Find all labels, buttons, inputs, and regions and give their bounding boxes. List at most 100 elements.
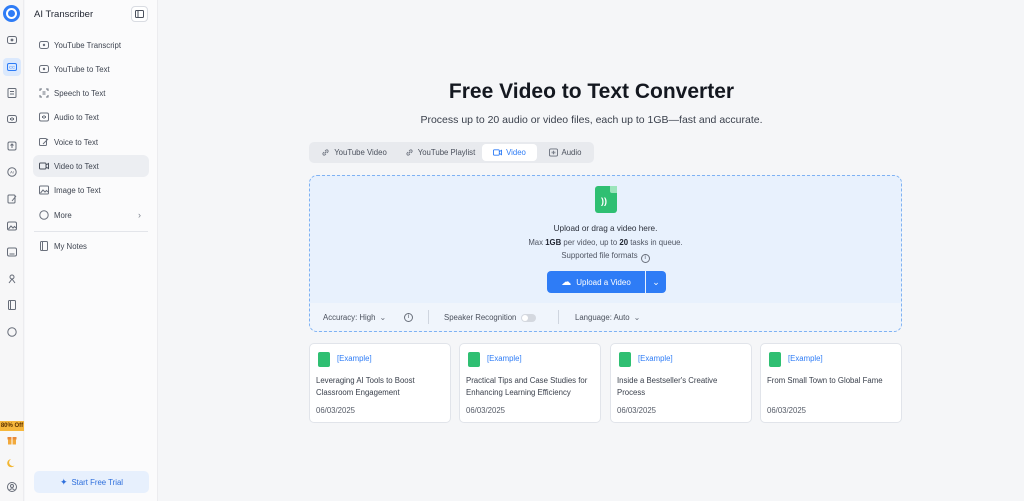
chevron-right-icon: › <box>138 210 141 220</box>
page-subtitle: Process up to 20 audio or video files, e… <box>420 114 763 126</box>
speaker-recognition-toggle[interactable]: Speaker Recognition <box>444 313 537 322</box>
ai-icon[interactable]: AI <box>3 163 21 181</box>
chevron-down-icon: ⌄ <box>379 313 387 322</box>
panel-icon <box>135 10 144 18</box>
sidebar-toggle-button[interactable] <box>131 6 148 22</box>
example-title: Inside a Bestseller's Creative Process <box>617 376 718 397</box>
translate-icon[interactable] <box>3 270 21 288</box>
sidebar-divider <box>34 231 148 232</box>
video-file-icon: )) <box>595 186 617 213</box>
audio-icon[interactable] <box>3 110 21 128</box>
accuracy-select[interactable]: Accuracy: High ⌄ <box>323 313 386 322</box>
example-date: 06/03/2025 <box>617 406 657 415</box>
tab-label: Video <box>506 148 526 157</box>
supported-formats[interactable]: Supported file formats i <box>310 251 901 263</box>
link-icon <box>406 149 413 156</box>
example-card[interactable]: [Example] Leveraging AI Tools to Boost C… <box>309 343 451 423</box>
file-icon <box>468 352 480 367</box>
example-card[interactable]: [Example] Inside a Bestseller's Creative… <box>610 343 752 423</box>
more-icon <box>39 210 49 220</box>
info-icon[interactable]: i <box>640 254 650 263</box>
limit-suffix: tasks in queue. <box>628 238 683 247</box>
example-date: 06/03/2025 <box>316 406 356 415</box>
example-card[interactable]: [Example] Practical Tips and Case Studie… <box>459 343 601 423</box>
tab-label: YouTube Playlist <box>417 148 476 157</box>
circle-icon[interactable] <box>3 323 21 341</box>
speaker-label: Speaker Recognition <box>444 313 517 322</box>
tab-audio[interactable]: Audio <box>540 144 590 161</box>
svg-text:AI: AI <box>10 170 14 175</box>
source-tabs: YouTube Video YouTube Playlist Video Aud… <box>309 142 594 163</box>
upload-options-dropdown[interactable]: ⌄ <box>646 271 666 293</box>
icon-rail: CC AI 80% Off <box>0 0 24 501</box>
dropzone-limits: Max 1GB per video, up to 20 tasks in que… <box>310 238 901 247</box>
tab-youtube-playlist[interactable]: YouTube Playlist <box>397 144 483 161</box>
sidebar-item-my-notes[interactable]: My Notes <box>33 235 149 257</box>
sidebar-item-audio-to-text[interactable]: Audio to Text <box>33 106 149 128</box>
youtube-icon <box>39 64 49 74</box>
video-icon[interactable] <box>3 31 21 49</box>
sidebar-item-image-to-text[interactable]: Image to Text <box>33 179 149 201</box>
cc-icon[interactable]: CC <box>3 58 21 76</box>
language-select[interactable]: Language: Auto ⌄ <box>575 313 640 322</box>
chevron-down-icon: ⌄ <box>633 313 641 322</box>
sidebar-item-youtube-to-text[interactable]: YouTube to Text <box>33 58 149 80</box>
info-icon[interactable]: i <box>404 313 413 322</box>
file-icon <box>318 352 330 367</box>
sidebar-item-label: My Notes <box>54 241 87 251</box>
file-icon <box>619 352 631 367</box>
accuracy-info[interactable]: i <box>401 313 413 322</box>
edit-icon[interactable] <box>3 190 21 208</box>
chart-icon[interactable] <box>3 243 21 261</box>
trial-label: Start Free Trial <box>71 477 124 487</box>
cloud-upload-icon: ☁ <box>561 276 572 288</box>
example-title: Practical Tips and Case Studies for Enha… <box>466 376 588 397</box>
sidebar-item-voice-to-text[interactable]: Voice to Text <box>33 131 149 153</box>
dropzone-instruction: Upload or drag a video here. <box>553 224 658 233</box>
sidebar-item-youtube-transcript[interactable]: YouTube Transcript <box>33 34 149 56</box>
image-icon[interactable] <box>3 217 21 235</box>
limit-count: 20 <box>619 238 629 247</box>
app-title: AI Transcriber <box>34 9 94 20</box>
tab-video[interactable]: Video <box>482 144 537 161</box>
accuracy-label: Accuracy: High <box>323 313 376 322</box>
user-icon[interactable] <box>3 478 21 496</box>
video-icon <box>493 149 503 156</box>
moon-icon[interactable] <box>3 454 21 472</box>
sparkle-icon: ✦ <box>59 476 68 487</box>
options-divider <box>558 310 559 324</box>
sidebar-item-label: More <box>54 210 72 220</box>
audio-icon <box>39 112 49 122</box>
example-tag: [Example] <box>487 354 522 363</box>
page-title: Free Video to Text Converter <box>448 80 735 103</box>
sidebar-item-more[interactable]: More › <box>33 204 149 226</box>
upload-video-button[interactable]: ☁ Upload a Video <box>547 271 645 293</box>
chevron-down-icon: ⌄ <box>652 276 660 287</box>
svg-text:CC: CC <box>9 65 15 70</box>
toggle-switch[interactable] <box>521 313 537 322</box>
file-icon <box>769 352 781 367</box>
sidebar-item-label: Video to Text <box>54 161 99 171</box>
upload-dropzone[interactable]: )) Upload or drag a video here. Max 1GB … <box>309 175 902 332</box>
language-label: Language: Auto <box>575 313 630 322</box>
sidebar-item-label: YouTube to Text <box>54 64 110 74</box>
upload-label: Upload a Video <box>576 277 631 287</box>
example-title: From Small Town to Global Fame <box>767 376 883 385</box>
example-tag: [Example] <box>638 354 673 363</box>
tab-youtube-video[interactable]: YouTube Video <box>313 144 395 161</box>
book-icon[interactable] <box>3 296 21 314</box>
example-card[interactable]: [Example] From Small Town to Global Fame… <box>760 343 902 423</box>
sidebar-item-video-to-text[interactable]: Video to Text <box>33 155 149 177</box>
sidebar-item-speech-to-text[interactable]: Speech to Text <box>33 82 149 104</box>
start-free-trial-button[interactable]: ✦ Start Free Trial <box>34 471 149 493</box>
discount-badge[interactable]: 80% Off <box>0 421 24 431</box>
sidebar-item-label: Image to Text <box>54 185 101 195</box>
sidebar-item-label: YouTube Transcript <box>54 40 122 50</box>
share-icon[interactable] <box>3 137 21 155</box>
example-tag: [Example] <box>337 354 372 363</box>
gift-icon[interactable] <box>3 431 21 449</box>
app-logo-icon[interactable] <box>3 5 20 22</box>
limit-prefix: Max <box>528 238 546 247</box>
document-icon[interactable] <box>3 84 21 102</box>
formats-label: Supported file formats <box>561 251 638 260</box>
